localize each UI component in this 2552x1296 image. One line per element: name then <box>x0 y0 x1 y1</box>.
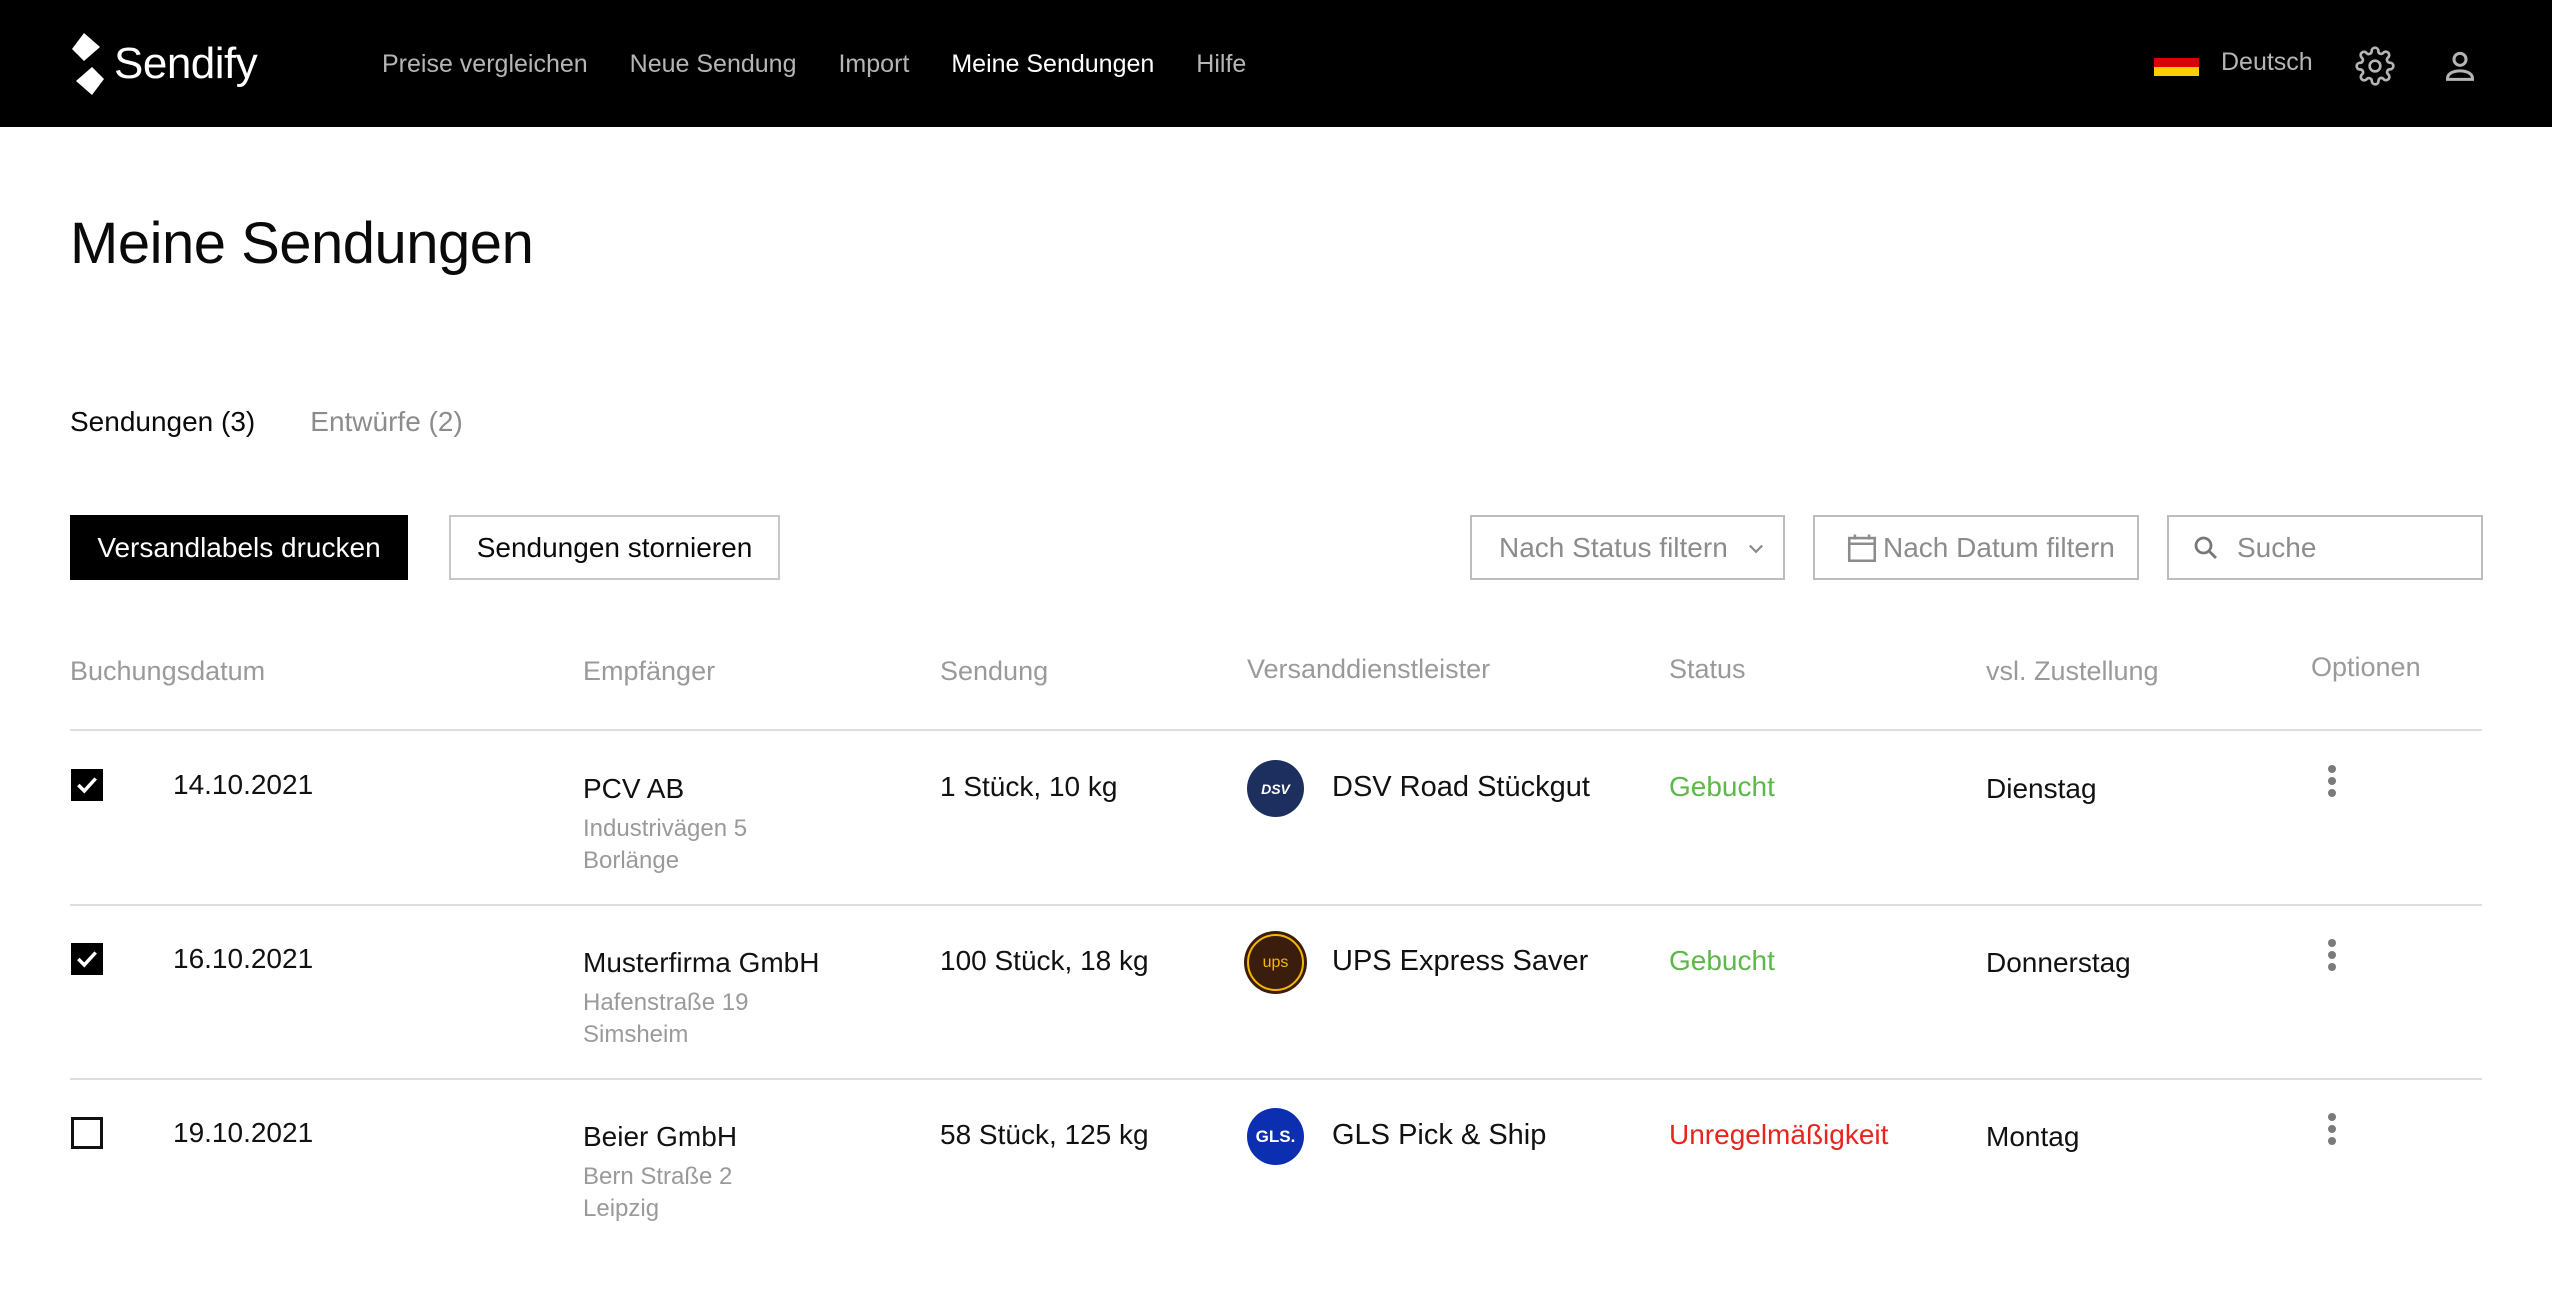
column-header-status[interactable]: Status <box>1669 654 1746 685</box>
column-header-carrier[interactable]: Versanddienstleister <box>1247 654 1490 685</box>
user-icon[interactable] <box>2440 46 2480 86</box>
recipient-street: Industrivägen 5 <box>583 815 748 842</box>
booking-date: 14.10.2021 <box>173 769 314 800</box>
booking-date: 16.10.2021 <box>173 943 314 974</box>
search-icon <box>2194 536 2217 559</box>
status-badge: Unregelmäßigkeit <box>1669 1119 1889 1150</box>
flag-de-icon <box>2154 49 2199 76</box>
booking-date: 19.10.2021 <box>173 1117 314 1148</box>
gear-icon[interactable] <box>2355 46 2395 86</box>
sendify-logo-icon <box>72 33 104 95</box>
main-nav: Preise vergleichen Neue Sendung Import M… <box>382 44 1288 84</box>
shipment-tabs: Sendungen (3) Entwürfe (2) <box>70 406 518 438</box>
top-navigation-bar: Sendify Preise vergleichen Neue Sendung … <box>0 0 2552 127</box>
more-options-icon[interactable] <box>2317 1111 2347 1147</box>
status-filter-dropdown[interactable]: Nach Status filtern <box>1470 515 1785 580</box>
tab-sendungen[interactable]: Sendungen (3) <box>70 406 255 438</box>
nav-item-preise-vergleichen[interactable]: Preise vergleichen <box>382 44 588 84</box>
shipment-details: 100 Stück, 18 kg <box>940 945 1149 976</box>
more-options-icon[interactable] <box>2317 763 2347 799</box>
carrier-name: UPS Express Saver <box>1332 945 1589 977</box>
language-label: Deutsch <box>2221 48 2313 76</box>
date-filter-button[interactable]: Nach Datum filtern <box>1813 515 2139 580</box>
tab-entwuerfe[interactable]: Entwürfe (2) <box>310 406 463 438</box>
ups-logo-icon: ups <box>1247 934 1304 991</box>
recipient-city: Borlänge <box>583 847 680 874</box>
column-header-booking-date[interactable]: Buchungsdatum <box>70 656 265 687</box>
recipient-street: Hafenstraße 19 <box>583 989 749 1016</box>
more-options-icon[interactable] <box>2317 937 2347 973</box>
expected-delivery: Montag <box>1986 1121 2080 1152</box>
checkmark-icon <box>77 777 97 794</box>
table-row: 16.10.2021 Musterfirma GmbH Hafenstraße … <box>0 905 2552 1079</box>
nav-item-import[interactable]: Import <box>838 44 909 84</box>
column-header-delivery[interactable]: vsl. Zustellung <box>1986 656 2159 687</box>
language-selector[interactable]: Deutsch <box>2154 48 2313 77</box>
page-title: Meine Sendungen <box>70 211 534 276</box>
chevron-down-icon <box>1748 544 1763 553</box>
carrier-name: GLS Pick & Ship <box>1332 1119 1547 1151</box>
gls-logo-icon: GLS. <box>1247 1108 1304 1165</box>
row-checkbox[interactable] <box>71 769 103 801</box>
calendar-icon <box>1847 534 1877 562</box>
recipient-name: Musterfirma GmbH <box>583 947 820 978</box>
expected-delivery: Donnerstag <box>1986 947 2131 978</box>
search-input[interactable] <box>2237 531 2457 564</box>
column-header-shipment[interactable]: Sendung <box>940 656 1048 687</box>
recipient-city: Simsheim <box>583 1021 689 1048</box>
recipient-name: PCV AB <box>583 773 685 804</box>
row-checkbox[interactable] <box>71 1117 103 1149</box>
print-labels-button[interactable]: Versandlabels drucken <box>70 515 408 580</box>
status-badge: Gebucht <box>1669 771 1775 802</box>
status-badge: Gebucht <box>1669 945 1775 976</box>
logo-text: Sendify <box>114 39 258 88</box>
table-row: 19.10.2021 Beier GmbH Bern Straße 2 Leip… <box>0 1079 2552 1253</box>
date-filter-label: Nach Datum filtern <box>1883 531 2115 563</box>
shipment-details: 58 Stück, 125 kg <box>940 1119 1149 1150</box>
row-checkbox[interactable] <box>71 943 103 975</box>
checkmark-icon <box>77 951 97 968</box>
search-box <box>2167 515 2483 580</box>
column-header-options: Optionen <box>2311 652 2421 682</box>
cancel-shipments-button[interactable]: Sendungen stornieren <box>449 515 780 580</box>
dsv-logo-icon: DSV <box>1247 760 1304 817</box>
status-filter-label: Nach Status filtern <box>1499 531 1728 563</box>
nav-item-neue-sendung[interactable]: Neue Sendung <box>630 44 797 84</box>
table-row: 14.10.2021 PCV AB Industrivägen 5 Borlän… <box>0 731 2552 905</box>
nav-item-hilfe[interactable]: Hilfe <box>1196 44 1246 84</box>
nav-item-meine-sendungen[interactable]: Meine Sendungen <box>951 44 1154 84</box>
recipient-street: Bern Straße 2 <box>583 1163 733 1190</box>
shipment-details: 1 Stück, 10 kg <box>940 771 1118 802</box>
recipient-city: Leipzig <box>583 1195 660 1222</box>
column-header-recipient[interactable]: Empfänger <box>583 656 715 687</box>
sendify-logo[interactable]: Sendify <box>70 33 258 95</box>
recipient-name: Beier GmbH <box>583 1121 738 1152</box>
expected-delivery: Dienstag <box>1986 773 2097 804</box>
carrier-name: DSV Road Stückgut <box>1332 771 1590 803</box>
